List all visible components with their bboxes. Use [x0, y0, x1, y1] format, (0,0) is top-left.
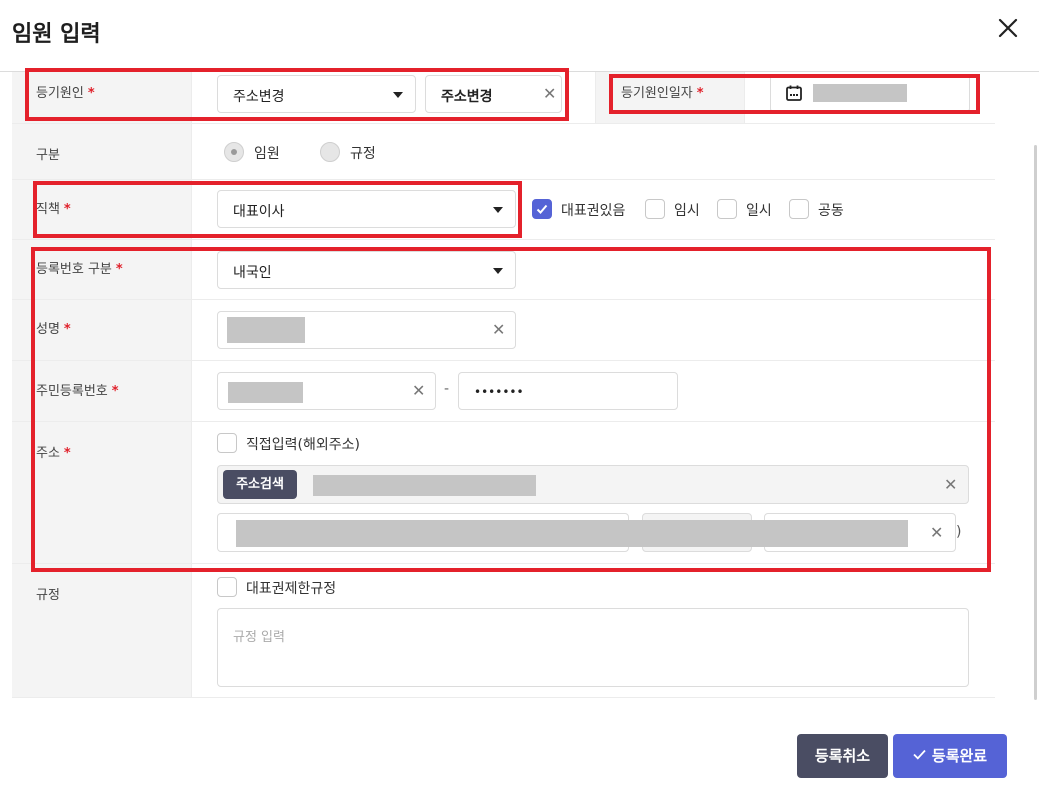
address-search-button[interactable]: 주소검색	[223, 470, 297, 499]
masked-name	[227, 317, 305, 343]
clear-icon[interactable]: ✕	[543, 86, 556, 102]
radio-officer-label: 임원	[254, 146, 280, 162]
position-label: 직책	[36, 202, 60, 217]
reason-date-label: 등기원인일자	[621, 86, 693, 101]
reg-type-label: 등록번호 구분	[36, 262, 112, 277]
masked-rrn-front	[228, 382, 303, 403]
rrn-separator: -	[444, 381, 450, 397]
clear-icon[interactable]: ✕	[492, 322, 505, 338]
rrn-front-input[interactable]: ✕	[217, 372, 436, 410]
checkbox-representative[interactable]	[532, 199, 552, 219]
check-icon	[913, 733, 926, 777]
direct-input-label: 직접입력(해외주소)	[246, 437, 360, 453]
clear-icon[interactable]: ✕	[412, 383, 425, 399]
address-label: 주소	[36, 446, 60, 461]
close-icon[interactable]	[994, 14, 1022, 42]
rule-checkbox-label: 대표권제한규정	[246, 581, 337, 597]
clear-icon[interactable]: ✕	[944, 477, 957, 493]
rule-textarea[interactable]: 규정 입력	[217, 608, 969, 687]
radio-rule[interactable]	[320, 142, 340, 162]
rule-label: 규정	[36, 588, 60, 603]
reason-select[interactable]: 주소변경	[217, 75, 416, 113]
name-label: 성명	[36, 322, 60, 337]
dialog-header: 임원 입력	[0, 0, 1039, 72]
rrn-label: 주민등록번호	[36, 384, 108, 399]
checkbox-joint[interactable]	[789, 199, 809, 219]
reason-date-input[interactable]	[770, 75, 970, 111]
scrollbar[interactable]	[1034, 145, 1037, 700]
address-suffix: )	[956, 524, 962, 540]
submit-button[interactable]: 등록완료	[893, 734, 1007, 778]
calendar-icon[interactable]	[785, 84, 803, 106]
row-type: 구분	[12, 124, 995, 180]
reason-text-input[interactable]: 주소변경 ✕	[425, 75, 562, 113]
checkbox-rule[interactable]	[217, 577, 237, 597]
rrn-back-input[interactable]: •••••••	[458, 372, 678, 410]
checkbox-joint-label: 공동	[818, 203, 844, 219]
radio-officer[interactable]	[224, 142, 244, 162]
checkbox-direct-input[interactable]	[217, 433, 237, 453]
type-label: 구분	[36, 148, 60, 163]
masked-address	[313, 475, 536, 496]
checkbox-interim-label: 일시	[746, 203, 772, 219]
name-input[interactable]: ✕	[217, 311, 516, 349]
caret-down-icon	[493, 207, 503, 213]
masked-address-detail	[236, 520, 908, 547]
cancel-button[interactable]: 등록취소	[797, 734, 888, 778]
masked-date	[813, 84, 907, 102]
caret-down-icon	[493, 268, 503, 274]
checkbox-interim[interactable]	[717, 199, 737, 219]
checkbox-temporary-label: 임시	[674, 203, 700, 219]
radio-rule-label: 규정	[350, 146, 376, 162]
clear-icon[interactable]: ✕	[930, 525, 943, 541]
checkbox-representative-label: 대표권있음	[561, 203, 626, 219]
checkbox-temporary[interactable]	[645, 199, 665, 219]
reg-type-select[interactable]: 내국인	[217, 251, 516, 289]
position-select[interactable]: 대표이사	[217, 190, 516, 228]
reason-label: 등기원인	[36, 86, 84, 101]
caret-down-icon	[393, 92, 403, 98]
dialog-title: 임원 입력	[12, 22, 101, 47]
